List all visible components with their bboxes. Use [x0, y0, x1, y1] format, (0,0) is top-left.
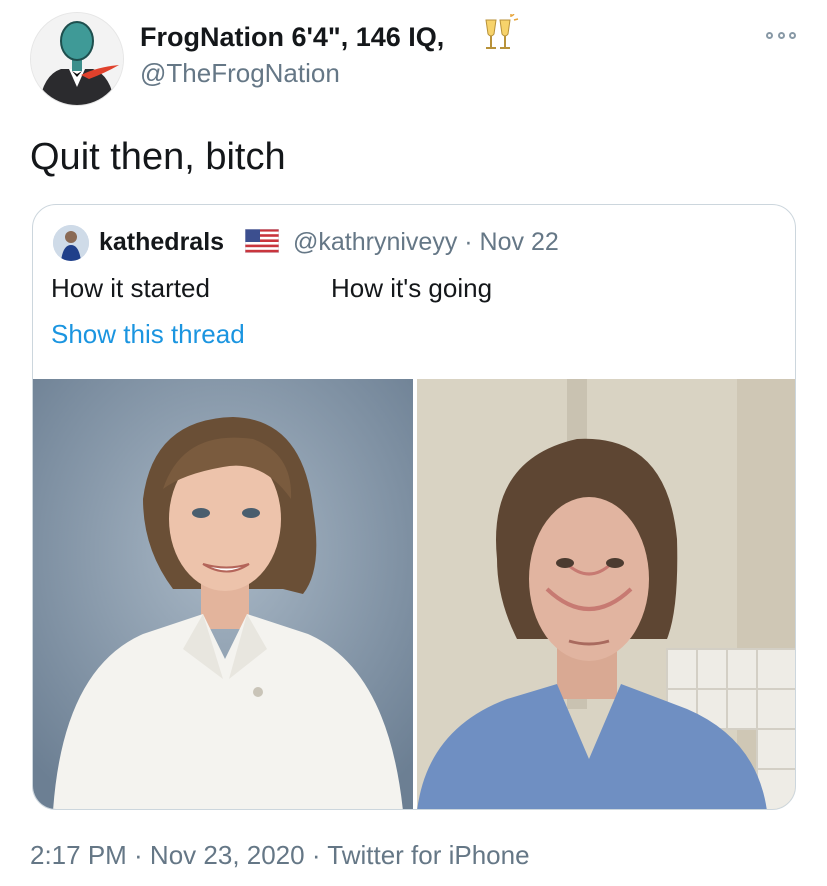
- dot: [789, 31, 796, 39]
- quoted-tweet-card[interactable]: kathedrals @kathryniveyy · Nov 22 How it…: [32, 204, 796, 810]
- us-flag-icon: [245, 229, 279, 253]
- quoted-text-left: How it started: [51, 273, 210, 303]
- author-handle[interactable]: @TheFrogNation: [140, 58, 340, 89]
- show-thread-link[interactable]: Show this thread: [51, 319, 245, 350]
- quoted-handle-date[interactable]: @kathryniveyy · Nov 22: [293, 228, 559, 257]
- person-avatar-icon: [53, 225, 89, 261]
- tweet-text: Quit then, bitch: [30, 136, 286, 178]
- tweet-timestamp: 2:17 PM · Nov 23, 2020 · Twitter for iPh…: [30, 840, 530, 871]
- dot: [766, 31, 773, 39]
- author-avatar[interactable]: [30, 12, 124, 106]
- author-display-name[interactable]: FrogNation 6'4", 146 IQ,: [140, 22, 444, 53]
- clinking-glasses-icon: [485, 14, 519, 49]
- quoted-text-right: How it's going: [331, 273, 493, 303]
- dot: [777, 31, 785, 39]
- quoted-author-name[interactable]: kathedrals: [99, 228, 224, 257]
- how-its-going-photo[interactable]: [417, 379, 795, 809]
- how-it-started-photo[interactable]: [33, 379, 413, 809]
- frog-suit-avatar-icon: [31, 13, 123, 105]
- source-label[interactable]: Twitter for iPhone: [327, 840, 529, 870]
- time-date[interactable]: 2:17 PM · Nov 23, 2020 ·: [30, 840, 327, 870]
- more-options-icon[interactable]: [766, 28, 796, 42]
- quoted-author-avatar[interactable]: [53, 225, 89, 261]
